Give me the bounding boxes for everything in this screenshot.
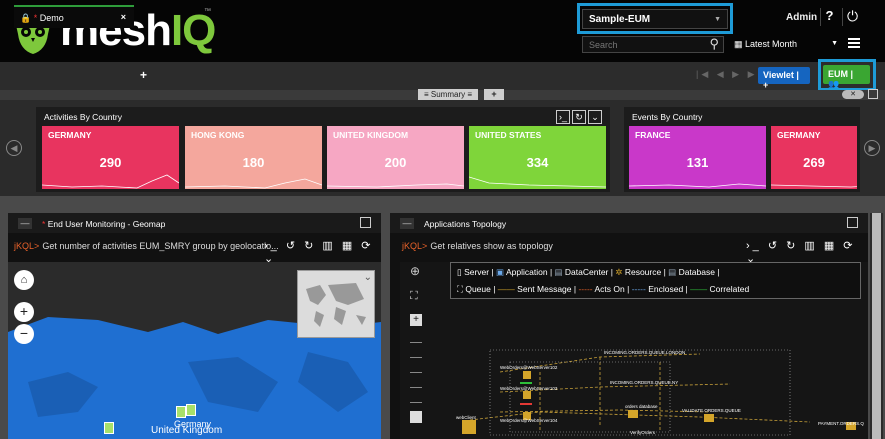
- home-icon[interactable]: ⌂: [14, 270, 34, 290]
- svg-text:webClient: webClient: [456, 415, 477, 420]
- legend-row-2: ⛶ Queue | —— Sent Message | ----- Acts O…: [457, 284, 750, 294]
- collapse-button[interactable]: —: [18, 218, 32, 229]
- panels-scrollbar[interactable]: [870, 213, 883, 439]
- server-icon: ▯: [457, 267, 462, 277]
- map-marker[interactable]: [186, 404, 196, 416]
- svg-text:INCOMING.ORDERS.QUEUE.LONDON: INCOMING.ORDERS.QUEUE.LONDON: [604, 350, 685, 355]
- terminal-icon[interactable]: ›_: [556, 110, 570, 124]
- svg-text:VALIDATE.ORDERS.QUEUE: VALIDATE.ORDERS.QUEUE: [682, 408, 741, 413]
- svg-text:PAYMENT.ORDERS.Q: PAYMENT.ORDERS.Q: [818, 421, 864, 426]
- resource-icon: ✲: [615, 267, 623, 277]
- map-label-united-kingdom: United Kingdom: [151, 425, 223, 436]
- sparkline: [469, 176, 606, 188]
- queue-icon: ⛶: [457, 284, 463, 294]
- menu-icon[interactable]: [848, 38, 860, 49]
- svg-text:WebOrders@WebServer102: WebOrders@WebServer102: [500, 365, 558, 370]
- database-icon: ▤: [668, 267, 677, 277]
- summary-card[interactable]: UNITED STATES 334: [469, 126, 606, 189]
- svg-text:WebOrders@WebServer104: WebOrders@WebServer104: [500, 418, 558, 423]
- topology-panel-header: — Applications Topology: [390, 213, 868, 233]
- events-group-title: Events By Country: [632, 112, 703, 122]
- sparkline: [327, 183, 464, 188]
- geomap-query-text[interactable]: Get number of activities EUM_SMRY group …: [42, 241, 278, 251]
- svg-text:orders database: orders database: [625, 404, 658, 409]
- close-tab-icon[interactable]: ×: [121, 12, 126, 22]
- map-marker[interactable]: [176, 406, 186, 418]
- expand-icon[interactable]: [847, 217, 858, 228]
- geomap[interactable]: ⌂ + − ⌄ Germany United Kingdom: [8, 262, 381, 439]
- sparkline: [771, 184, 857, 188]
- svg-text:INCOMING.ORDERS.QUEUE.NY: INCOMING.ORDERS.QUEUE.NY: [610, 380, 678, 385]
- highlight-environment-select: [577, 3, 733, 34]
- caret-down-icon: ▼: [831, 40, 838, 47]
- summary-toggle[interactable]: ≡ Summary ≡: [418, 89, 478, 100]
- zoom-out-icon[interactable]: −: [14, 324, 34, 344]
- summary-close-toggle[interactable]: ✕: [842, 90, 864, 99]
- activities-group-title: Activities By Country: [44, 112, 122, 122]
- topology-panel-title: Applications Topology: [424, 219, 507, 229]
- summary-add-button[interactable]: +: [484, 89, 504, 100]
- mini-map-icon: [306, 283, 366, 327]
- zoom-in-icon[interactable]: +: [14, 302, 34, 322]
- add-tab-button[interactable]: +: [140, 68, 147, 82]
- calendar-icon: ▦: [734, 39, 746, 49]
- search-input[interactable]: Search ⚲: [582, 36, 724, 53]
- application-icon: ▣: [496, 267, 505, 277]
- highlight-eum-button: [818, 59, 876, 91]
- summary-card-name: UNITED STATES: [475, 130, 542, 140]
- viewlet-button[interactable]: Viewlet | +: [758, 67, 810, 90]
- summary-card[interactable]: HONG KONG 180: [185, 126, 322, 189]
- map-marker[interactable]: [104, 422, 114, 434]
- expand-icon[interactable]: [360, 217, 371, 228]
- collapse-button[interactable]: —: [400, 218, 414, 229]
- map-overview[interactable]: ⌄: [297, 270, 375, 338]
- datacenter-icon: ▤: [554, 267, 563, 277]
- chevron-down-icon[interactable]: ⌄: [588, 110, 602, 124]
- topology-query-text[interactable]: Get relatives show as topology: [430, 241, 553, 251]
- scrollbar-thumb[interactable]: [872, 213, 881, 439]
- scroll-right-icon[interactable]: ▶: [864, 140, 880, 156]
- tab-demo[interactable]: 🔒 * Demo ×: [14, 5, 134, 28]
- sparkline: [42, 174, 179, 189]
- summary-card[interactable]: GERMANY 269: [771, 126, 857, 189]
- sparkline: [629, 183, 766, 188]
- geomap-panel-title: * End User Monitoring - Geomap: [42, 219, 166, 229]
- geomap-panel-header: — * End User Monitoring - Geomap: [8, 213, 381, 233]
- sparkline: [185, 178, 322, 189]
- power-icon[interactable]: ⏻: [842, 8, 862, 26]
- scroll-left-icon[interactable]: ◀: [6, 140, 22, 156]
- user-menu[interactable]: Admin: [786, 12, 817, 23]
- summary-card-name: GERMANY: [48, 130, 92, 140]
- lock-icon: 🔒: [20, 13, 32, 23]
- window-icon[interactable]: [868, 89, 878, 99]
- summary-card-name: FRANCE: [635, 130, 671, 140]
- summary-card[interactable]: FRANCE 131: [629, 126, 766, 189]
- time-range-select[interactable]: ▦ Latest Month ▼: [730, 36, 842, 53]
- search-icon[interactable]: ⚲: [709, 36, 719, 52]
- topology-legend: ▯ Server | ▣ Application | ▤ DataCenter …: [450, 262, 861, 299]
- refresh-icon[interactable]: ↻: [572, 110, 586, 124]
- summary-card[interactable]: GERMANY 290: [42, 126, 179, 189]
- legend-row-1: ▯ Server | ▣ Application | ▤ DataCenter …: [457, 267, 720, 277]
- svg-text:WebOrders@WebServer103: WebOrders@WebServer103: [500, 386, 558, 391]
- pager-controls[interactable]: |◀ ◀ ▶ ▶|: [696, 69, 763, 80]
- help-icon[interactable]: ?: [820, 8, 838, 26]
- chevron-down-icon[interactable]: ⌄: [364, 272, 372, 283]
- summary-card[interactable]: UNITED KINGDOM 200: [327, 126, 464, 189]
- geomap-query-bar: jKQL> Get number of activities EUM_SMRY …: [14, 240, 379, 265]
- summary-card-name: GERMANY: [777, 130, 821, 140]
- topology-query-bar: jKQL> Get relatives show as topology ›_ …: [402, 240, 864, 265]
- summary-card-name: UNITED KINGDOM: [333, 130, 409, 140]
- svg-text:VerifyOrders: VerifyOrders: [630, 430, 656, 435]
- trademark: ™: [204, 8, 211, 15]
- summary-card-name: HONG KONG: [191, 130, 245, 140]
